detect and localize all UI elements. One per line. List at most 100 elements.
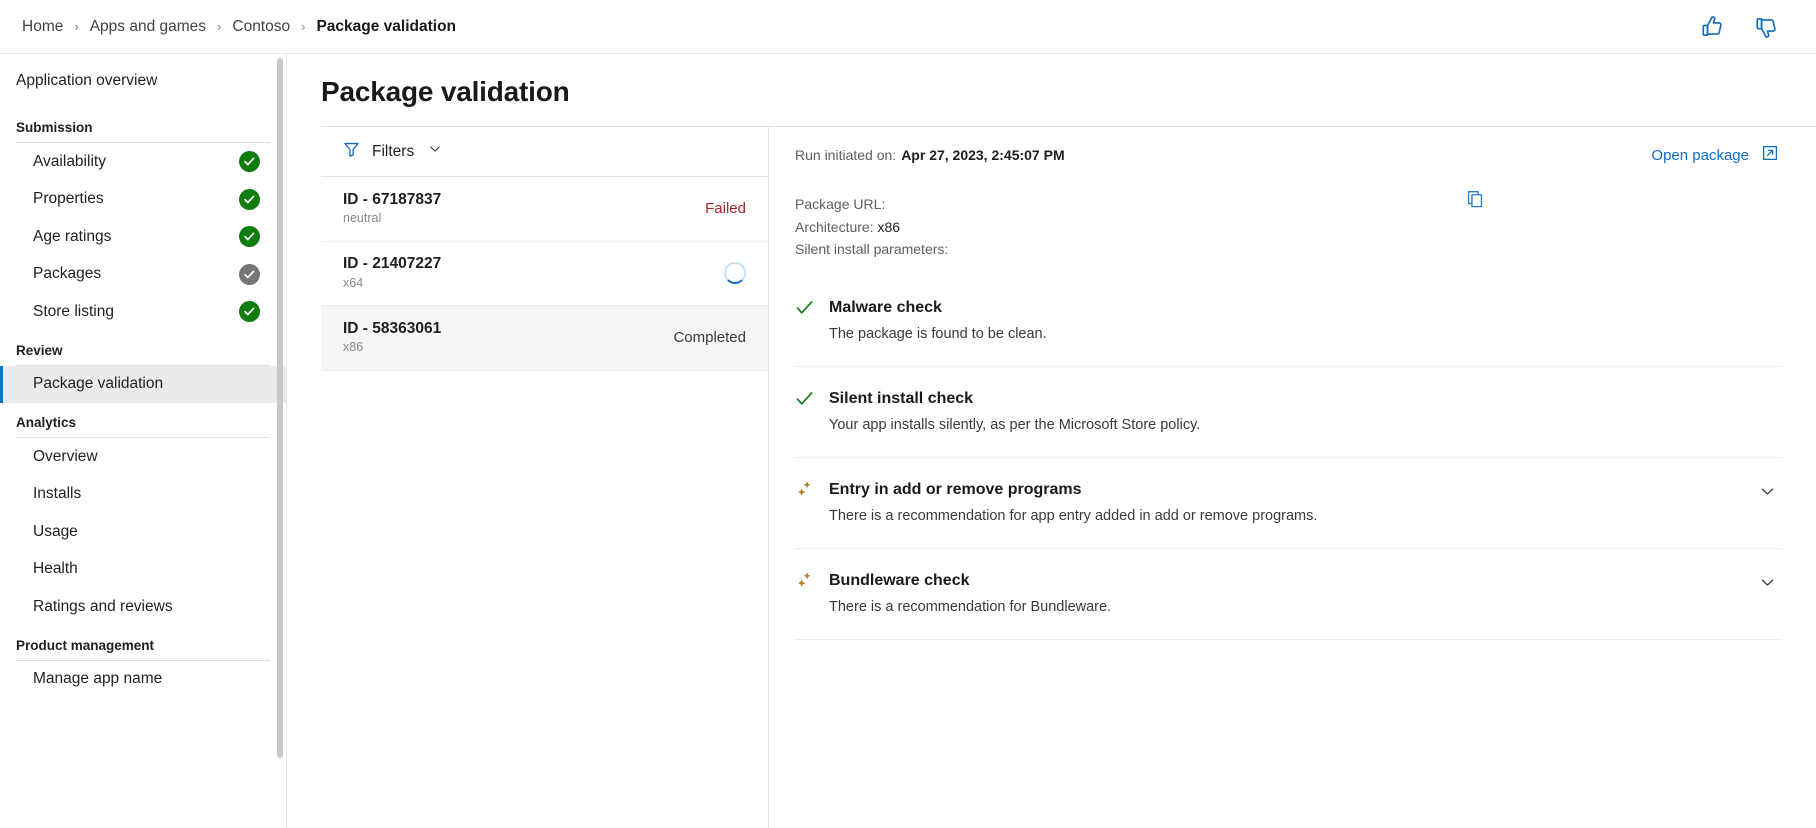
- feedback-icon-group: [1700, 14, 1794, 40]
- sidebar-item-label: Health: [33, 560, 78, 578]
- package-status: Failed: [705, 200, 746, 218]
- sidebar-group-title-analytics: Analytics: [16, 415, 77, 430]
- check-body: Entry in add or remove programs There is…: [829, 479, 1759, 526]
- breadcrumb-item-contoso[interactable]: Contoso: [232, 18, 290, 36]
- validation-checks-list: Malware check The package is found to be…: [795, 297, 1782, 640]
- package-id: ID - 67187837: [343, 190, 442, 208]
- status-complete-icon: [239, 188, 260, 210]
- validation-check-item[interactable]: Entry in add or remove programs There is…: [795, 458, 1782, 549]
- breadcrumb-separator-icon: ›: [217, 19, 222, 34]
- detail-inner: Run initiated on: Apr 27, 2023, 2:45:07 …: [769, 145, 1816, 640]
- package-list-item[interactable]: ID - 67187837 neutral Failed: [321, 177, 768, 242]
- page-title: Package validation: [321, 76, 570, 107]
- check-description: There is a recommendation for app entry …: [829, 507, 1318, 524]
- thumbs-down-icon[interactable]: [1754, 14, 1780, 40]
- sidebar-item-manage-app-name[interactable]: Manage app name: [0, 661, 286, 699]
- breadcrumb-separator-icon: ›: [301, 19, 306, 34]
- package-id: ID - 58363061: [343, 319, 442, 337]
- status-complete-icon: [239, 301, 260, 323]
- silent-install-parameters-row: Silent install parameters:: [795, 238, 1782, 261]
- sidebar-group-title-product-management: Product management: [16, 637, 155, 653]
- sidebar-item-label: Store listing: [33, 302, 114, 320]
- status-disabled-icon: [239, 263, 260, 285]
- sidebar-item-packages[interactable]: Packages: [0, 256, 286, 294]
- breadcrumb-item-home[interactable]: Home: [22, 18, 63, 36]
- breadcrumb-item-package-validation: Package validation: [316, 17, 457, 35]
- check-title: Bundleware check: [829, 571, 970, 589]
- sparkle-icon: [795, 570, 829, 595]
- chevron-down-icon[interactable]: [1759, 479, 1776, 505]
- package-url-row: Package URL:: [795, 193, 1782, 216]
- chevron-down-icon[interactable]: [1759, 570, 1776, 596]
- main-content: Package validation Filters ID - 67187837…: [287, 54, 1816, 828]
- breadcrumb-separator-icon: ›: [74, 19, 79, 34]
- check-icon: [795, 388, 829, 413]
- loading-spinner-icon: [724, 262, 746, 285]
- sidebar-content: Application overview Submission Availabi…: [0, 54, 286, 698]
- check-icon: [795, 297, 829, 322]
- sidebar-item-ratings-and-reviews[interactable]: Ratings and reviews: [0, 588, 286, 626]
- run-initiated-label: Run initiated on:: [795, 147, 897, 163]
- breadcrumb: Home › Apps and games › Contoso › Packag…: [22, 18, 456, 36]
- sparkle-icon: [795, 479, 829, 504]
- sidebar-scrollbar[interactable]: [277, 58, 283, 758]
- app-shell: Application overview Submission Availabi…: [0, 54, 1816, 828]
- package-list-item[interactable]: ID - 58363061 x86 Completed: [321, 306, 768, 371]
- funnel-icon: [343, 141, 360, 163]
- package-url-label: Package URL:: [795, 196, 886, 212]
- sidebar-item-installs[interactable]: Installs: [0, 476, 286, 514]
- panes-container: Filters ID - 67187837 neutral Failed ID …: [287, 126, 1816, 828]
- check-description: The package is found to be clean.: [829, 325, 1047, 342]
- check-description: Your app installs silently, as per the M…: [829, 416, 1201, 433]
- copy-icon[interactable]: [1463, 187, 1488, 217]
- validation-check-item: Malware check The package is found to be…: [795, 297, 1782, 367]
- filters-label: Filters: [372, 142, 415, 160]
- sidebar-item-label: Age ratings: [33, 227, 112, 245]
- sidebar-item-label: Ratings and reviews: [33, 597, 173, 615]
- sidebar-item-health[interactable]: Health: [0, 551, 286, 589]
- thumbs-up-icon[interactable]: [1700, 14, 1726, 40]
- architecture-row: Architecture: x86: [795, 216, 1782, 239]
- breadcrumb-item-apps-and-games[interactable]: Apps and games: [90, 18, 206, 36]
- sidebar: Application overview Submission Availabi…: [0, 54, 287, 828]
- open-package-link[interactable]: Open package: [1651, 145, 1782, 165]
- external-link-icon: [1762, 145, 1778, 165]
- status-complete-icon: [239, 151, 260, 173]
- validation-check-item: Silent install check Your app installs s…: [795, 367, 1782, 458]
- sidebar-item-usage[interactable]: Usage: [0, 513, 286, 551]
- validation-check-item[interactable]: Bundleware check There is a recommendati…: [795, 549, 1782, 640]
- sidebar-item-overview[interactable]: Overview: [0, 438, 286, 476]
- sidebar-item-label: Manage app name: [33, 670, 163, 688]
- sidebar-item-store-listing[interactable]: Store listing: [0, 293, 286, 331]
- chevron-down-icon: [428, 142, 442, 161]
- package-id: ID - 21407227: [343, 255, 442, 273]
- sidebar-item-label: Installs: [33, 485, 82, 503]
- package-architecture: x86: [343, 340, 364, 355]
- silent-install-parameters-label: Silent install parameters:: [795, 241, 949, 257]
- sidebar-item-label: Availability: [33, 152, 106, 170]
- sidebar-group-title-review: Review: [16, 342, 63, 358]
- package-identity: ID - 21407227 x64: [343, 254, 724, 292]
- filters-button[interactable]: Filters: [321, 127, 768, 177]
- sidebar-item-package-validation[interactable]: Package validation: [0, 365, 286, 403]
- sidebar-item-availability[interactable]: Availability: [0, 143, 286, 181]
- sidebar-item-age-ratings[interactable]: Age ratings: [0, 218, 286, 256]
- check-title: Malware check: [829, 298, 942, 316]
- sidebar-item-label: Properties: [33, 190, 104, 208]
- architecture-value: x86: [877, 218, 901, 235]
- sidebar-item-label: Package validation: [33, 375, 164, 393]
- sidebar-item-properties[interactable]: Properties: [0, 181, 286, 219]
- sidebar-item-label: Overview: [33, 447, 98, 465]
- sidebar-item-application-overview[interactable]: Application overview: [0, 54, 286, 108]
- package-meta-block: Package URL: Architecture: x86 Silent in…: [795, 190, 1782, 261]
- sidebar-item-label: Packages: [33, 265, 102, 283]
- top-bar: Home › Apps and games › Contoso › Packag…: [0, 0, 1816, 54]
- package-list-pane: Filters ID - 67187837 neutral Failed ID …: [321, 126, 769, 828]
- package-architecture: neutral: [343, 211, 382, 226]
- sidebar-group-title-submission: Submission: [16, 120, 93, 135]
- package-list-item[interactable]: ID - 21407227 x64: [321, 242, 768, 306]
- package-detail-pane: Run initiated on: Apr 27, 2023, 2:45:07 …: [769, 126, 1816, 828]
- open-package-label: Open package: [1651, 146, 1749, 164]
- sidebar-item-label: Usage: [33, 522, 78, 540]
- page-header: Package validation: [287, 54, 1816, 126]
